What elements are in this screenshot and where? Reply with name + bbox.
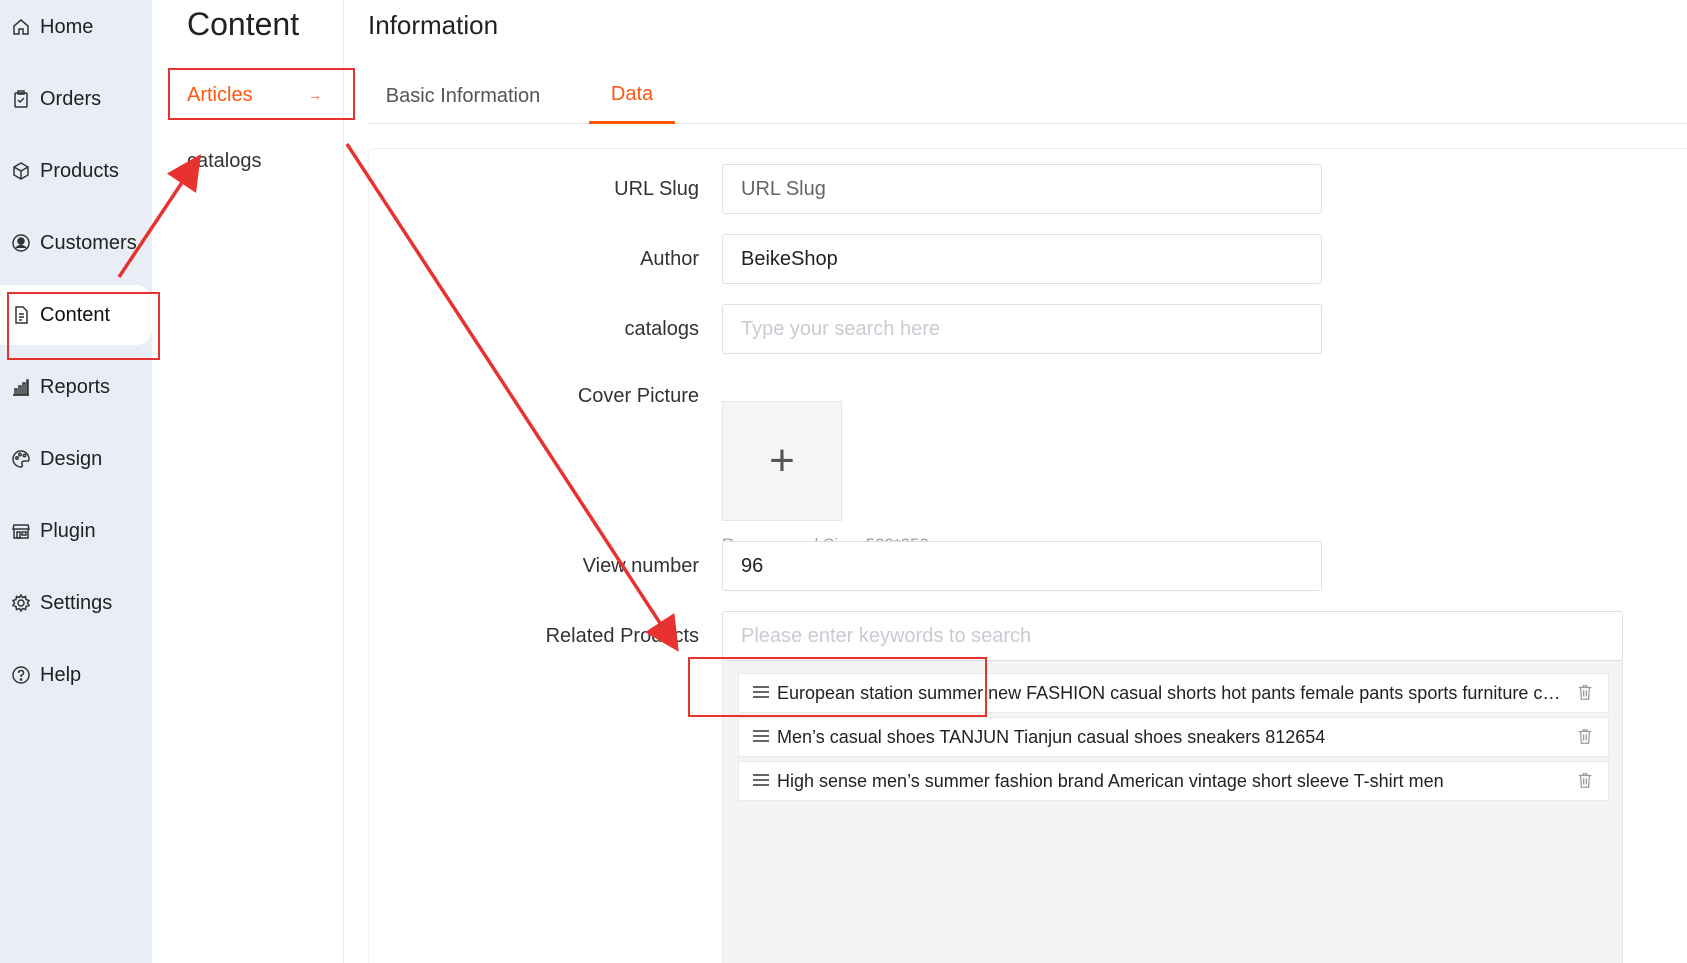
- subnav-title: Content: [187, 6, 300, 42]
- catalogs-label: catalogs: [624, 317, 700, 340]
- cover-picture-label: Cover Picture: [577, 384, 699, 407]
- nav-item-orders[interactable]: Orders: [0, 69, 152, 129]
- author-input[interactable]: [722, 234, 1322, 284]
- nav-item-reports[interactable]: Reports: [0, 357, 152, 417]
- main-content: Information Basic Information Data URL S…: [344, 0, 1687, 963]
- data-form-card: URL Slug Author catalogs Cover Picture +…: [368, 148, 1687, 963]
- product-name: European station summer new FASHION casu…: [777, 682, 1562, 703]
- nav-item-content[interactable]: Content: [0, 285, 152, 345]
- product-name: High sense men’s summer fashion brand Am…: [777, 770, 1444, 791]
- list-item[interactable]: Men’s casual shoes TANJUN Tianjun casual…: [738, 717, 1609, 757]
- view-number-label: View number: [582, 554, 699, 577]
- nav-label: Reports: [40, 375, 111, 398]
- related-products-list: European station summer new FASHION casu…: [722, 661, 1623, 963]
- subnav-item-catalogs[interactable]: catalogs: [187, 141, 262, 181]
- gear-icon: [10, 592, 32, 614]
- home-icon: [10, 16, 32, 38]
- nav-item-customers[interactable]: Customers: [0, 213, 152, 273]
- drag-handle-icon[interactable]: [753, 730, 769, 744]
- store-icon: [10, 520, 32, 542]
- drag-handle-icon[interactable]: [753, 774, 769, 788]
- help-circle-icon: [10, 664, 32, 686]
- plus-icon: +: [769, 436, 795, 485]
- related-products-search-input[interactable]: [722, 611, 1623, 661]
- nav-label: Content: [40, 303, 111, 326]
- url-slug-label: URL Slug: [614, 177, 699, 200]
- content-subnav: Content Articles → catalogs: [152, 0, 344, 963]
- nav-item-plugin[interactable]: Plugin: [0, 501, 152, 561]
- trash-icon[interactable]: [1576, 727, 1596, 747]
- page-title: Information: [368, 10, 499, 40]
- catalogs-search-input[interactable]: [722, 304, 1322, 354]
- nav-label: Plugin: [40, 519, 96, 542]
- arrow-right-icon: →: [308, 87, 322, 103]
- related-products-label: Related Products: [545, 624, 699, 647]
- nav-label: Settings: [40, 591, 113, 614]
- tab-bar: Basic Information Data: [368, 68, 1687, 124]
- nav-label: Design: [40, 447, 103, 470]
- nav-label: Home: [40, 15, 94, 38]
- product-name: Men’s casual shoes TANJUN Tianjun casual…: [777, 726, 1326, 747]
- trash-icon[interactable]: [1576, 683, 1596, 703]
- nav-label: Help: [40, 663, 82, 686]
- subnav-item-label: Articles: [187, 83, 253, 106]
- drag-handle-icon[interactable]: [753, 686, 769, 700]
- nav-label: Products: [40, 159, 119, 182]
- author-label: Author: [640, 247, 699, 270]
- trash-icon[interactable]: [1576, 771, 1596, 791]
- user-circle-icon: [10, 232, 32, 254]
- document-icon: [10, 304, 32, 326]
- nav-item-settings[interactable]: Settings: [0, 573, 152, 633]
- nav-item-home[interactable]: Home: [0, 0, 152, 57]
- subnav-item-label: catalogs: [187, 149, 262, 172]
- nav-label: Orders: [40, 87, 102, 110]
- cover-picture-upload[interactable]: +: [722, 401, 842, 521]
- tab-basic-information[interactable]: Basic Information: [368, 68, 558, 124]
- list-item[interactable]: High sense men’s summer fashion brand Am…: [738, 761, 1609, 801]
- subnav-item-articles[interactable]: Articles →: [187, 75, 322, 115]
- tab-data[interactable]: Data: [589, 68, 675, 124]
- nav-label: Customers: [40, 231, 137, 254]
- bar-chart-icon: [10, 376, 32, 398]
- view-number-input[interactable]: [722, 541, 1322, 591]
- main-sidebar: Home Orders Products Customers Content R…: [0, 0, 152, 963]
- nav-item-design[interactable]: Design: [0, 429, 152, 489]
- nav-item-help[interactable]: Help: [0, 645, 152, 705]
- palette-icon: [10, 448, 32, 470]
- nav-item-products[interactable]: Products: [0, 141, 152, 201]
- box-icon: [10, 160, 32, 182]
- list-item[interactable]: European station summer new FASHION casu…: [738, 673, 1609, 713]
- url-slug-input[interactable]: [722, 164, 1322, 214]
- clipboard-icon: [10, 88, 32, 110]
